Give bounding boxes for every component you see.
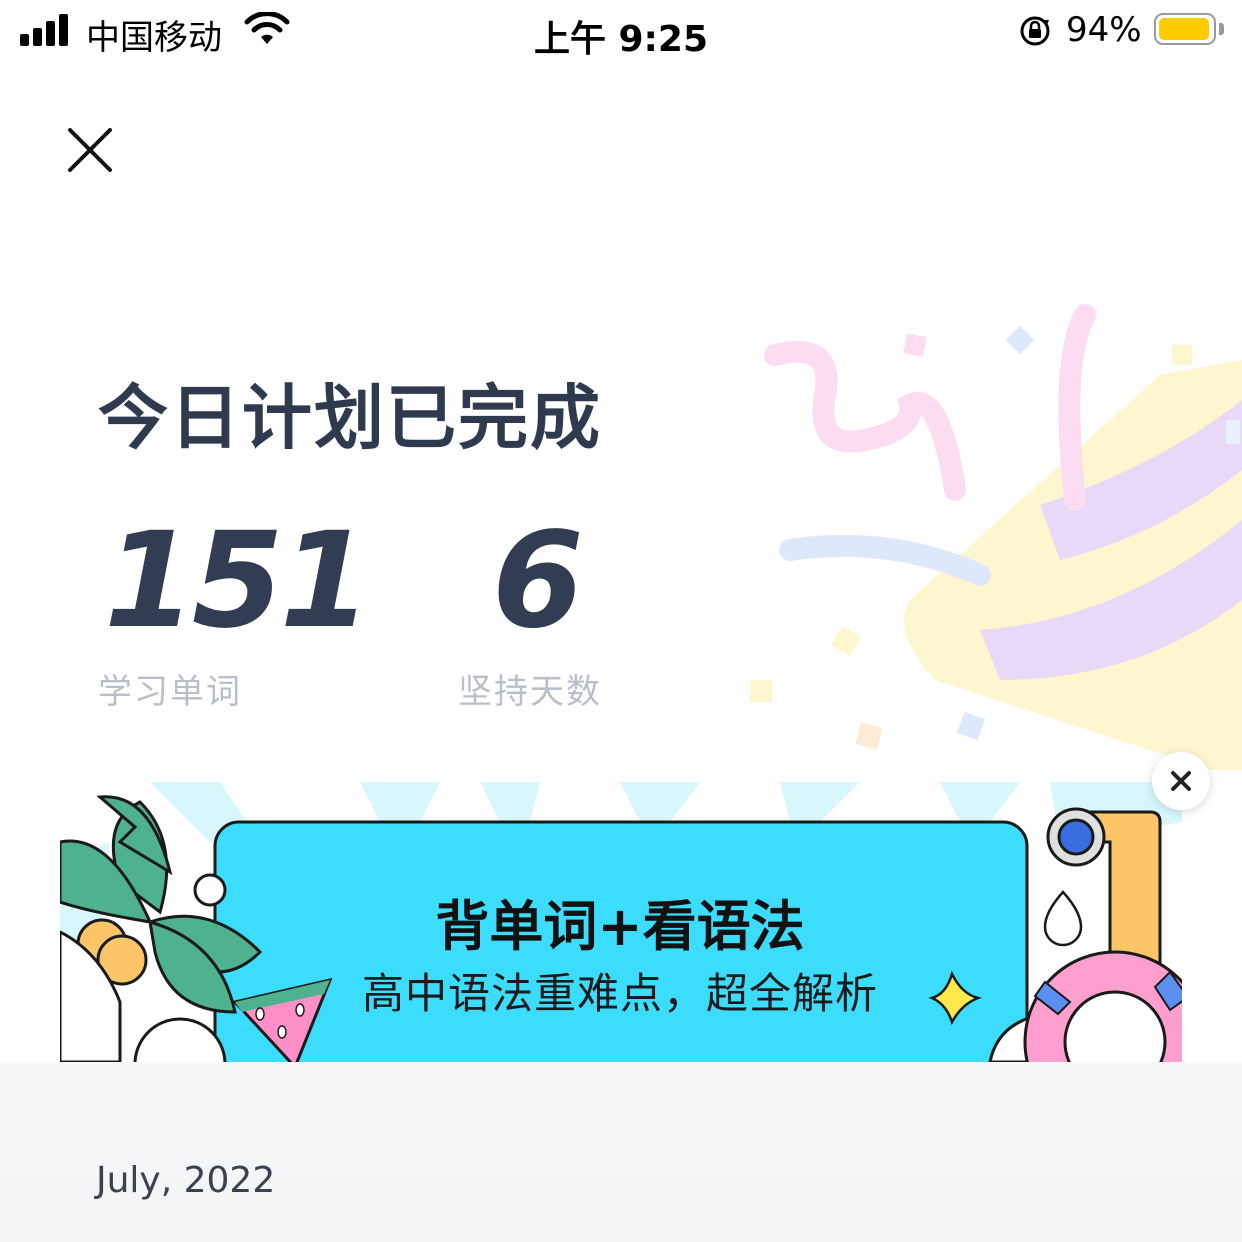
battery-tip (1219, 23, 1224, 35)
calendar-month-label: July, 2022 (96, 1160, 276, 1201)
status-time: 上午 9:25 (533, 19, 709, 60)
banner-title: 背单词+看语法 (435, 895, 805, 958)
battery-percent: 94% (1066, 10, 1142, 50)
words-learned-count: 151 (104, 504, 372, 658)
page-title: 今日计划已完成 (98, 377, 602, 459)
battery-icon (1154, 13, 1216, 45)
party-popper-illustration (750, 304, 1242, 770)
status-bar: 中国移动 上午 9:25 94% (0, 0, 1242, 64)
calendar-panel (0, 1062, 1242, 1242)
banner-subtitle: 高中语法重难点，超全解析 (361, 969, 878, 1018)
promo-banner[interactable]: 背单词+看语法 高中语法重难点，超全解析 (60, 782, 1182, 1062)
close-icon (1171, 771, 1191, 791)
streak-days-label: 坚持天数 (458, 672, 602, 712)
words-learned-label: 学习单词 (98, 672, 242, 712)
close-icon[interactable] (62, 122, 118, 178)
rotation-lock-icon (1020, 16, 1050, 46)
banner-close-button[interactable] (1152, 752, 1210, 810)
streak-days-count: 6 (492, 504, 584, 658)
